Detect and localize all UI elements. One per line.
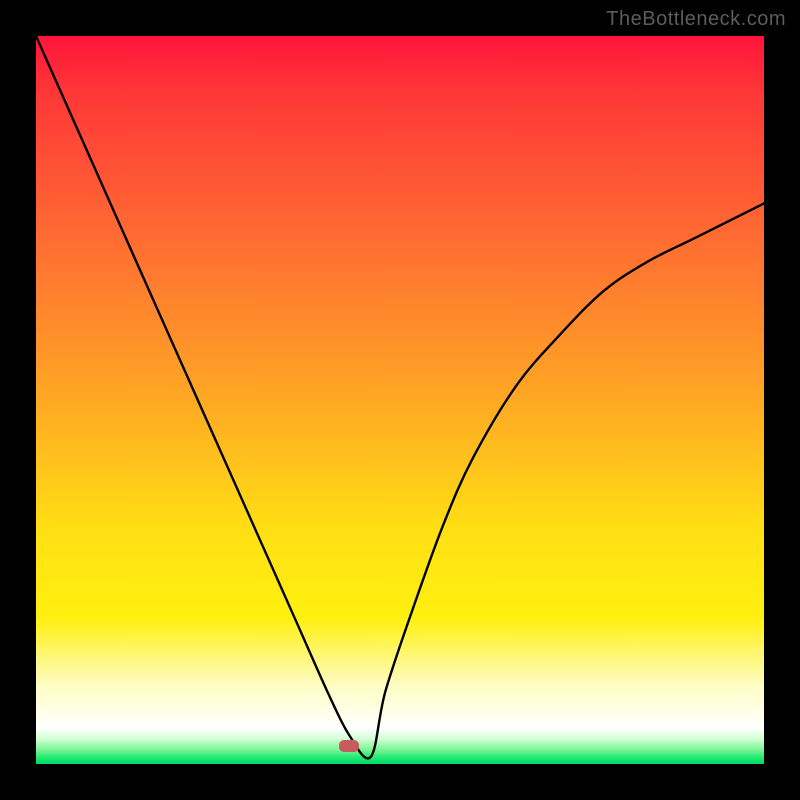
plot-gradient-background <box>36 36 764 764</box>
watermark-text: TheBottleneck.com <box>606 8 786 31</box>
optimal-point-marker <box>339 740 359 752</box>
chart-frame: TheBottleneck.com <box>0 0 800 800</box>
bottleneck-curve <box>36 36 764 764</box>
